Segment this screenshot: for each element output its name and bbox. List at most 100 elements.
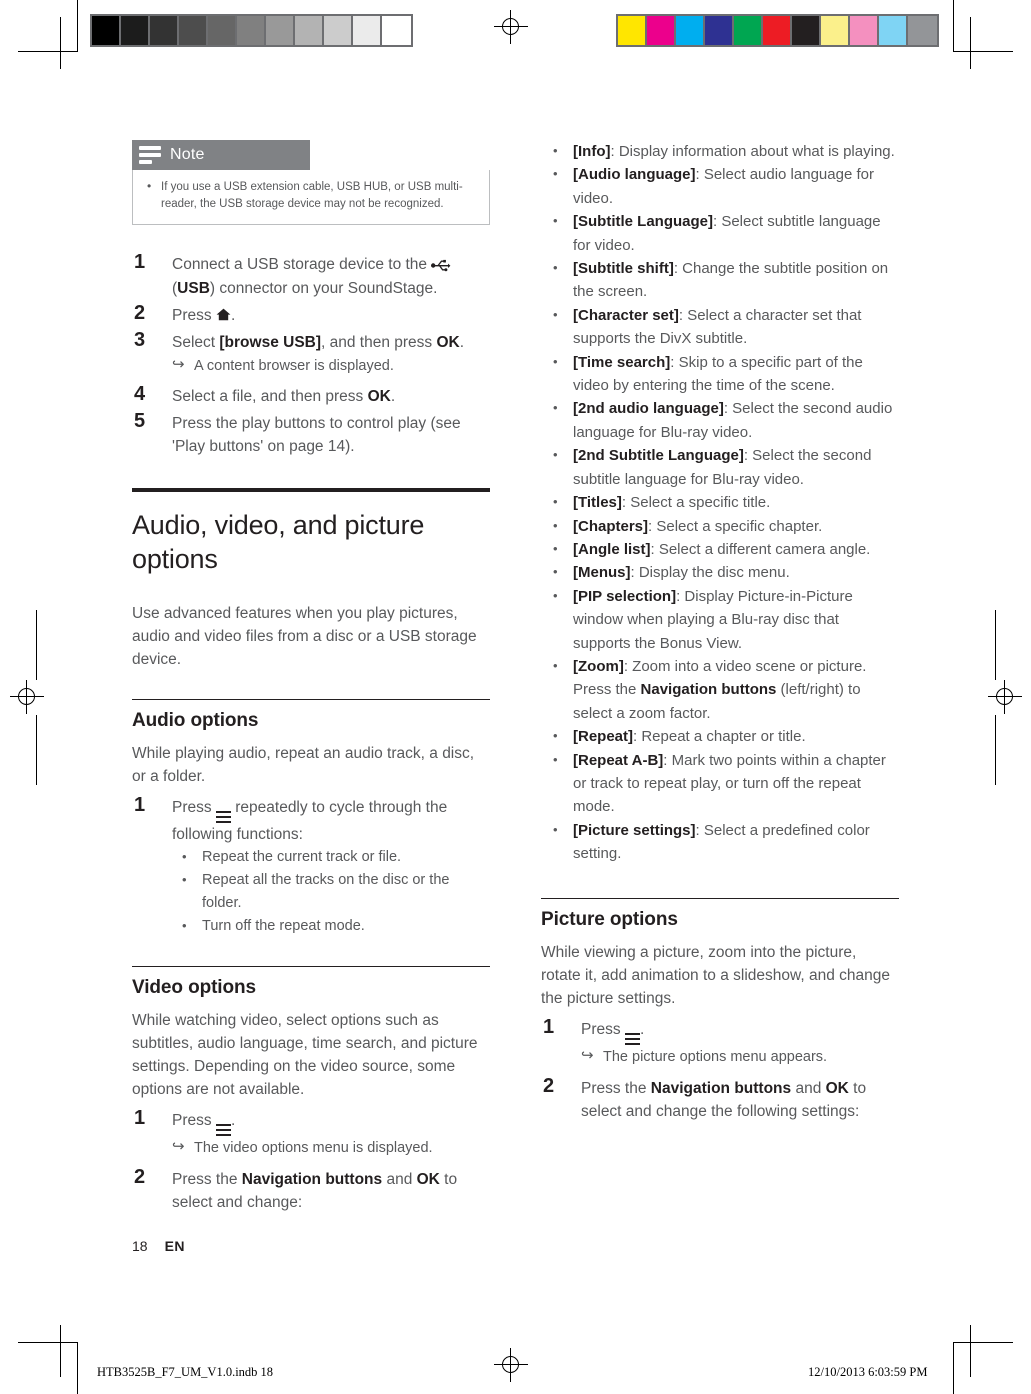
option-description: : Display the disc menu.: [630, 564, 790, 582]
option-term: [Repeat]: [573, 728, 634, 746]
step-item: 1 Press . The video options menu is disp…: [132, 1107, 490, 1159]
step-item: 3 Select [browse USB], and then press OK…: [132, 329, 490, 377]
video-option-item: [2nd audio language]: Select the second …: [541, 396, 899, 444]
video-option-item: [2nd Subtitle Language]: Select the seco…: [541, 443, 899, 491]
usb-steps-list: 1 Connect a USB storage device to the (U…: [132, 251, 490, 458]
usb-icon: [431, 254, 451, 277]
step-item: 2 Press the Navigation buttons and OK to…: [541, 1075, 899, 1123]
manual-page: Note If you use a USB extension cable, U…: [0, 0, 1031, 1394]
step-result: A content browser is displayed.: [172, 354, 490, 377]
picture-options-heading: Picture options: [541, 908, 678, 930]
list-item: Turn off the repeat mode.: [172, 914, 490, 938]
right-column: [Info]: Display information about what i…: [541, 139, 899, 1127]
video-option-item: [Repeat]: Repeat a chapter or title.: [541, 724, 899, 748]
picture-options-steps: 1 Press . The picture options menu appea…: [541, 1015, 899, 1123]
video-option-item: [Menus]: Display the disc menu.: [541, 560, 899, 584]
step-text: Select a file, and then press OK.: [172, 388, 396, 405]
step-item: 1 Connect a USB storage device to the (U…: [132, 251, 490, 300]
option-term: [2nd Subtitle Language]: [573, 447, 744, 465]
note-title: Note: [170, 146, 205, 163]
video-option-item: [Subtitle Language]: Select subtitle lan…: [541, 209, 899, 257]
subsection-rule: [541, 897, 899, 899]
option-term: [Character set]: [573, 306, 679, 324]
step-text: Connect a USB storage device to the (USB…: [172, 256, 451, 297]
section-intro: Use advanced features when you play pict…: [132, 605, 477, 668]
step-text: Press the Navigation buttons and OK to s…: [172, 1171, 458, 1211]
option-term: [Menus]: [573, 564, 631, 582]
option-term: [Angle list]: [573, 540, 651, 558]
option-term: [Audio language]: [573, 166, 696, 184]
video-option-item: [Chapters]: Select a specific chapter.: [541, 513, 899, 538]
option-term: [Info]: [573, 143, 611, 160]
list-item: Repeat the current track or file.: [172, 845, 490, 869]
note-item: If you use a USB extension cable, USB HU…: [145, 178, 477, 212]
video-option-item: [PIP selection]: Display Picture-in-Pict…: [541, 584, 899, 655]
step-result: The picture options menu appears.: [581, 1045, 899, 1068]
step-text: Press repeatedly to cycle through the fo…: [172, 799, 448, 843]
audio-options-heading: Audio options: [132, 710, 259, 731]
option-description: : Select a specific title.: [621, 494, 771, 512]
step-item: 4 Select a file, and then press OK.: [132, 383, 490, 408]
step-text: Press .: [581, 1021, 644, 1045]
video-option-item: [Subtitle shift]: Change the subtitle po…: [541, 256, 899, 304]
video-option-item: [Angle list]: Select a different camera …: [541, 537, 899, 561]
page-language: EN: [164, 1238, 186, 1254]
step-text: Press the Navigation buttons and OK to s…: [581, 1079, 867, 1120]
step-item: 2 Press the Navigation buttons and OK to…: [132, 1166, 490, 1214]
option-description: : Repeat a chapter or title.: [633, 728, 806, 746]
video-option-item: [Titles]: Select a specific title.: [541, 490, 899, 514]
note-callout: Note If you use a USB extension cable, U…: [132, 140, 490, 225]
step-number: 3: [134, 329, 146, 351]
page-title: Audio, video, and picture options: [132, 510, 425, 574]
home-icon: [216, 307, 231, 324]
video-options-steps: 1 Press . The video options menu is disp…: [132, 1107, 490, 1214]
option-description: : Select a specific chapter.: [648, 517, 823, 535]
page-number: 18: [132, 1238, 148, 1254]
option-term: [Subtitle shift]: [573, 260, 674, 278]
step-result: The video options menu is displayed.: [172, 1136, 490, 1159]
step-text: Select [browse USB], and then press OK.: [172, 334, 465, 351]
video-option-item: [Time search]: Skip to a specific part o…: [541, 350, 899, 398]
step-number: 5: [134, 410, 146, 432]
picture-options-intro: While viewing a picture, zoom into the p…: [541, 943, 890, 1007]
step-item: 1 Press repeatedly to cycle through the …: [132, 794, 490, 938]
video-option-item: [Info]: Display information about what i…: [541, 139, 899, 163]
print-timestamp: 12/10/2013 6:03:59 PM: [808, 1365, 928, 1379]
step-number: 2: [134, 1166, 146, 1188]
option-term: [2nd audio language]: [573, 400, 724, 418]
page-footer: 18 EN: [132, 1238, 185, 1254]
option-term: [Picture settings]: [573, 821, 696, 839]
option-term: [Zoom]: [573, 657, 624, 675]
note-header: Note: [132, 140, 310, 170]
step-number: 1: [134, 1107, 146, 1129]
option-description: : Select a different camera angle.: [650, 540, 871, 558]
video-option-item: [Zoom]: Zoom into a video scene or pictu…: [541, 654, 899, 725]
subsection-rule: [132, 699, 490, 700]
option-term: [Time search]: [573, 353, 671, 371]
option-term: [Repeat A-B]: [573, 751, 664, 769]
left-column: Note If you use a USB extension cable, U…: [132, 140, 490, 1218]
option-description: : Display information about what is play…: [610, 143, 895, 160]
step-text: Press .: [172, 307, 236, 324]
step-text: Press .: [172, 1112, 235, 1136]
option-term: [Chapters]: [573, 517, 649, 535]
print-filename: HTB3525B_F7_UM_V1.0.indb 18: [97, 1365, 274, 1379]
audio-options-steps: 1 Press repeatedly to cycle through the …: [132, 794, 490, 938]
step-number: 4: [134, 383, 146, 405]
step-number: 1: [134, 794, 146, 816]
step-item: 5 Press the play buttons to control play…: [132, 410, 490, 458]
step-number: 1: [543, 1015, 555, 1038]
video-options-heading: Video options: [132, 977, 256, 998]
step-item: 1 Press . The picture options menu appea…: [541, 1015, 899, 1068]
section-rule-thick: [132, 488, 490, 492]
video-options-intro: While watching video, select options suc…: [132, 1012, 478, 1098]
subsection-rule: [132, 966, 490, 967]
note-list: If you use a USB extension cable, USB HU…: [145, 178, 477, 212]
step-number: 1: [134, 251, 146, 273]
option-term: [PIP selection]: [573, 587, 677, 605]
video-option-items-list: [Info]: Display information about what i…: [541, 139, 899, 866]
step-text: Press the play buttons to control play (…: [172, 415, 461, 455]
video-option-item: [Audio language]: Select audio language …: [541, 162, 899, 210]
option-term: [Titles]: [573, 494, 622, 512]
option-term: [Subtitle Language]: [573, 213, 713, 231]
